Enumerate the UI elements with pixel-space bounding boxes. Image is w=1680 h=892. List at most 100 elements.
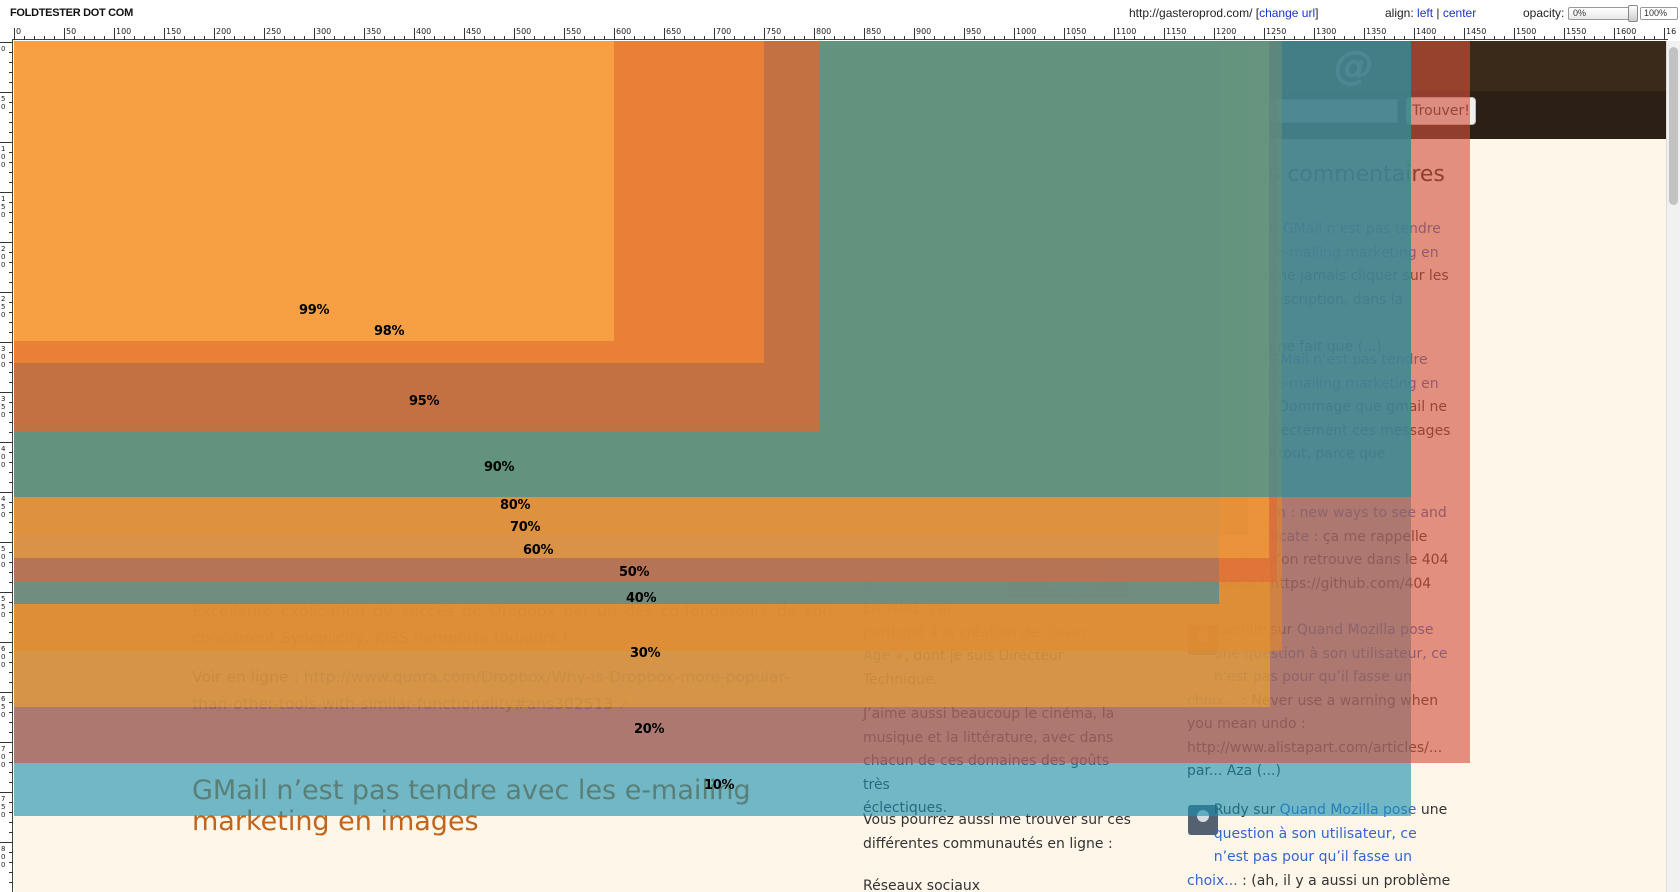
ruler-minor-tick — [1574, 36, 1575, 40]
comment-post-link[interactable]: avec les e-mailing marketing en — [1214, 245, 1439, 261]
ruler-minor-tick — [824, 36, 825, 40]
ruler-minor-tick — [734, 36, 735, 40]
ruler-minor-tick — [384, 36, 385, 40]
ruler-minor-tick — [1074, 36, 1075, 40]
ruler-minor-tick — [9, 622, 13, 623]
align-separator: | — [1433, 6, 1443, 20]
nav-item-blog[interactable]: Blog — [280, 96, 329, 121]
opacity-slider-handle[interactable] — [1628, 5, 1638, 22]
ruler-minor-tick — [9, 522, 13, 523]
nav-item-liens[interactable]: Liens — [429, 96, 486, 121]
ruler-minor-tick — [244, 36, 245, 40]
ruler-label: 250 — [1, 295, 6, 319]
ruler-minor-tick — [9, 412, 13, 413]
comment-post-link[interactable]: Quand Mozilla pose — [1280, 802, 1417, 818]
ruler-minor-tick — [9, 812, 13, 813]
nav-item-photos[interactable]: Photos — [344, 96, 418, 121]
ruler-minor-tick — [9, 212, 13, 213]
comment-post-link[interactable]: une question à son utilisateur, ce — [1214, 646, 1448, 662]
comment-post-link[interactable]: communicate — [1214, 529, 1310, 545]
tested-page-viewport[interactable]: gasteroprod @ Accueil Blog Photos Liens … — [14, 41, 1666, 892]
clever-age-link[interactable]: Clever — [1043, 625, 1088, 641]
comment-post-link[interactable]: n’est pas pour qu’il fasse un — [1214, 849, 1412, 865]
foldtester-link[interactable]: http://www.foldtester.com/ — [304, 436, 510, 454]
comment-post-link[interactable]: images — [1214, 268, 1265, 284]
gasteroprod-link[interactable]: Prod — [863, 582, 894, 598]
ruler-tick — [0, 192, 13, 193]
ruler-minor-tick — [1644, 36, 1645, 40]
comment-post-link[interactable]: Bloom : new ways to see and — [1242, 505, 1447, 521]
ruler-minor-tick — [9, 82, 13, 83]
ruler-minor-tick — [474, 36, 475, 40]
comment-post-link[interactable]: choix... — [1187, 693, 1238, 709]
ruler-minor-tick — [594, 36, 595, 40]
ruler-tick — [364, 28, 365, 40]
comment-post-link[interactable]: choix... — [1187, 873, 1238, 889]
search-button[interactable]: Trouver! — [1406, 97, 1476, 125]
article-title[interactable]: GMail n’est pas tendre avec les e-mailin… — [192, 775, 751, 837]
about-line: Passionné par le — [863, 441, 978, 457]
ruler-minor-tick — [1004, 36, 1005, 40]
twitter-icon[interactable] — [866, 279, 908, 321]
ruler-label: 1250 — [1266, 27, 1287, 36]
rss-link[interactable]: Abonnez-vous au flux RSS — [922, 223, 1105, 239]
twitter-link[interactable]: @nhoizey — [922, 307, 990, 323]
ruler-minor-tick — [1444, 36, 1445, 40]
clever-age-link[interactable]: Age — [863, 648, 890, 664]
comment-post-link[interactable]: avec les e-mailing marketing en — [1214, 376, 1439, 392]
ruler-minor-tick — [1324, 36, 1325, 40]
comment-post-link[interactable]: GMail n’est pas tendre — [1283, 221, 1441, 237]
align-center-link[interactable]: center — [1443, 6, 1476, 20]
ruler-minor-tick — [9, 502, 13, 503]
about-line: Web depuis ma — [863, 464, 972, 481]
site-logo[interactable]: gasteroprod — [209, 41, 435, 76]
ruler-minor-tick — [254, 36, 255, 40]
ruler-label: 600 — [616, 27, 632, 36]
ruler-minor-tick — [9, 452, 13, 453]
comment-text: : ne jamais cliquer sur les — [1264, 268, 1449, 284]
ruler-minor-tick — [424, 36, 425, 40]
ruler-minor-tick — [1254, 36, 1255, 40]
align-left-link[interactable]: left — [1417, 6, 1433, 20]
article-title[interactable]: Why is Dropbox more popular than other to… — [192, 505, 745, 567]
article-meta: Publié le 3 avril 2011, sans tags, et pa… — [192, 566, 560, 581]
ruler-minor-tick — [9, 422, 13, 423]
page-scrollbar[interactable] — [1666, 41, 1680, 892]
online-label: Voir en ligne : — [192, 668, 304, 686]
ruler-minor-tick — [1584, 36, 1585, 40]
ruler-label: 200 — [1, 245, 6, 269]
ruler-tick — [0, 242, 13, 243]
ruler-label: 700 — [716, 27, 732, 36]
change-url-link[interactable]: change url — [1259, 6, 1315, 20]
comment-text: : ça me rappelle — [1309, 528, 1428, 545]
comment-post-link[interactable]: question à son utilisateur, ce — [1214, 826, 1417, 842]
comment-post-link[interactable]: Quand Mozilla pose — [1297, 622, 1434, 638]
ruler-label: 1600 — [1616, 27, 1637, 36]
ruler-tick — [0, 642, 13, 643]
ruler-minor-tick — [444, 36, 445, 40]
gasteroprod-link[interactable]: Gastero — [933, 559, 988, 575]
article-meta: Publié le 4 avril 2011, sans tags, et pa… — [192, 221, 560, 236]
scrollbar-thumb[interactable] — [1669, 47, 1678, 205]
article-title[interactable]: Where’s the Fold ? — [192, 181, 442, 212]
ruler-label: 350 — [1, 395, 6, 419]
ruler-minor-tick — [9, 512, 13, 513]
ruler-minor-tick — [104, 36, 105, 40]
ruler-tick — [14, 28, 15, 40]
ruler-label: 1400 — [1416, 27, 1437, 36]
comment-post-link[interactable]: images — [1214, 399, 1265, 415]
nav-item-tags[interactable]: Tags — [499, 96, 548, 121]
ruler-minor-tick — [224, 36, 225, 40]
ruler-label: 550 — [1, 595, 6, 619]
rss-icon[interactable] — [866, 221, 908, 263]
comment-post-link[interactable]: n’est pas pour qu’il fasse un — [1214, 669, 1412, 685]
tested-url-text: http://gasteroprod.com/ [ — [1129, 6, 1260, 20]
ruler-label: 350 — [366, 27, 382, 36]
ruler-minor-tick — [9, 112, 13, 113]
ruler-label: 1000 — [1016, 27, 1037, 36]
ruler-minor-tick — [9, 652, 13, 653]
ruler-label: 50 — [1, 95, 6, 111]
search-input[interactable] — [1248, 99, 1398, 123]
comment-post-link[interactable]: GMail n’est pas tendre — [1270, 352, 1428, 368]
nav-item-accueil[interactable]: Accueil — [192, 96, 271, 121]
